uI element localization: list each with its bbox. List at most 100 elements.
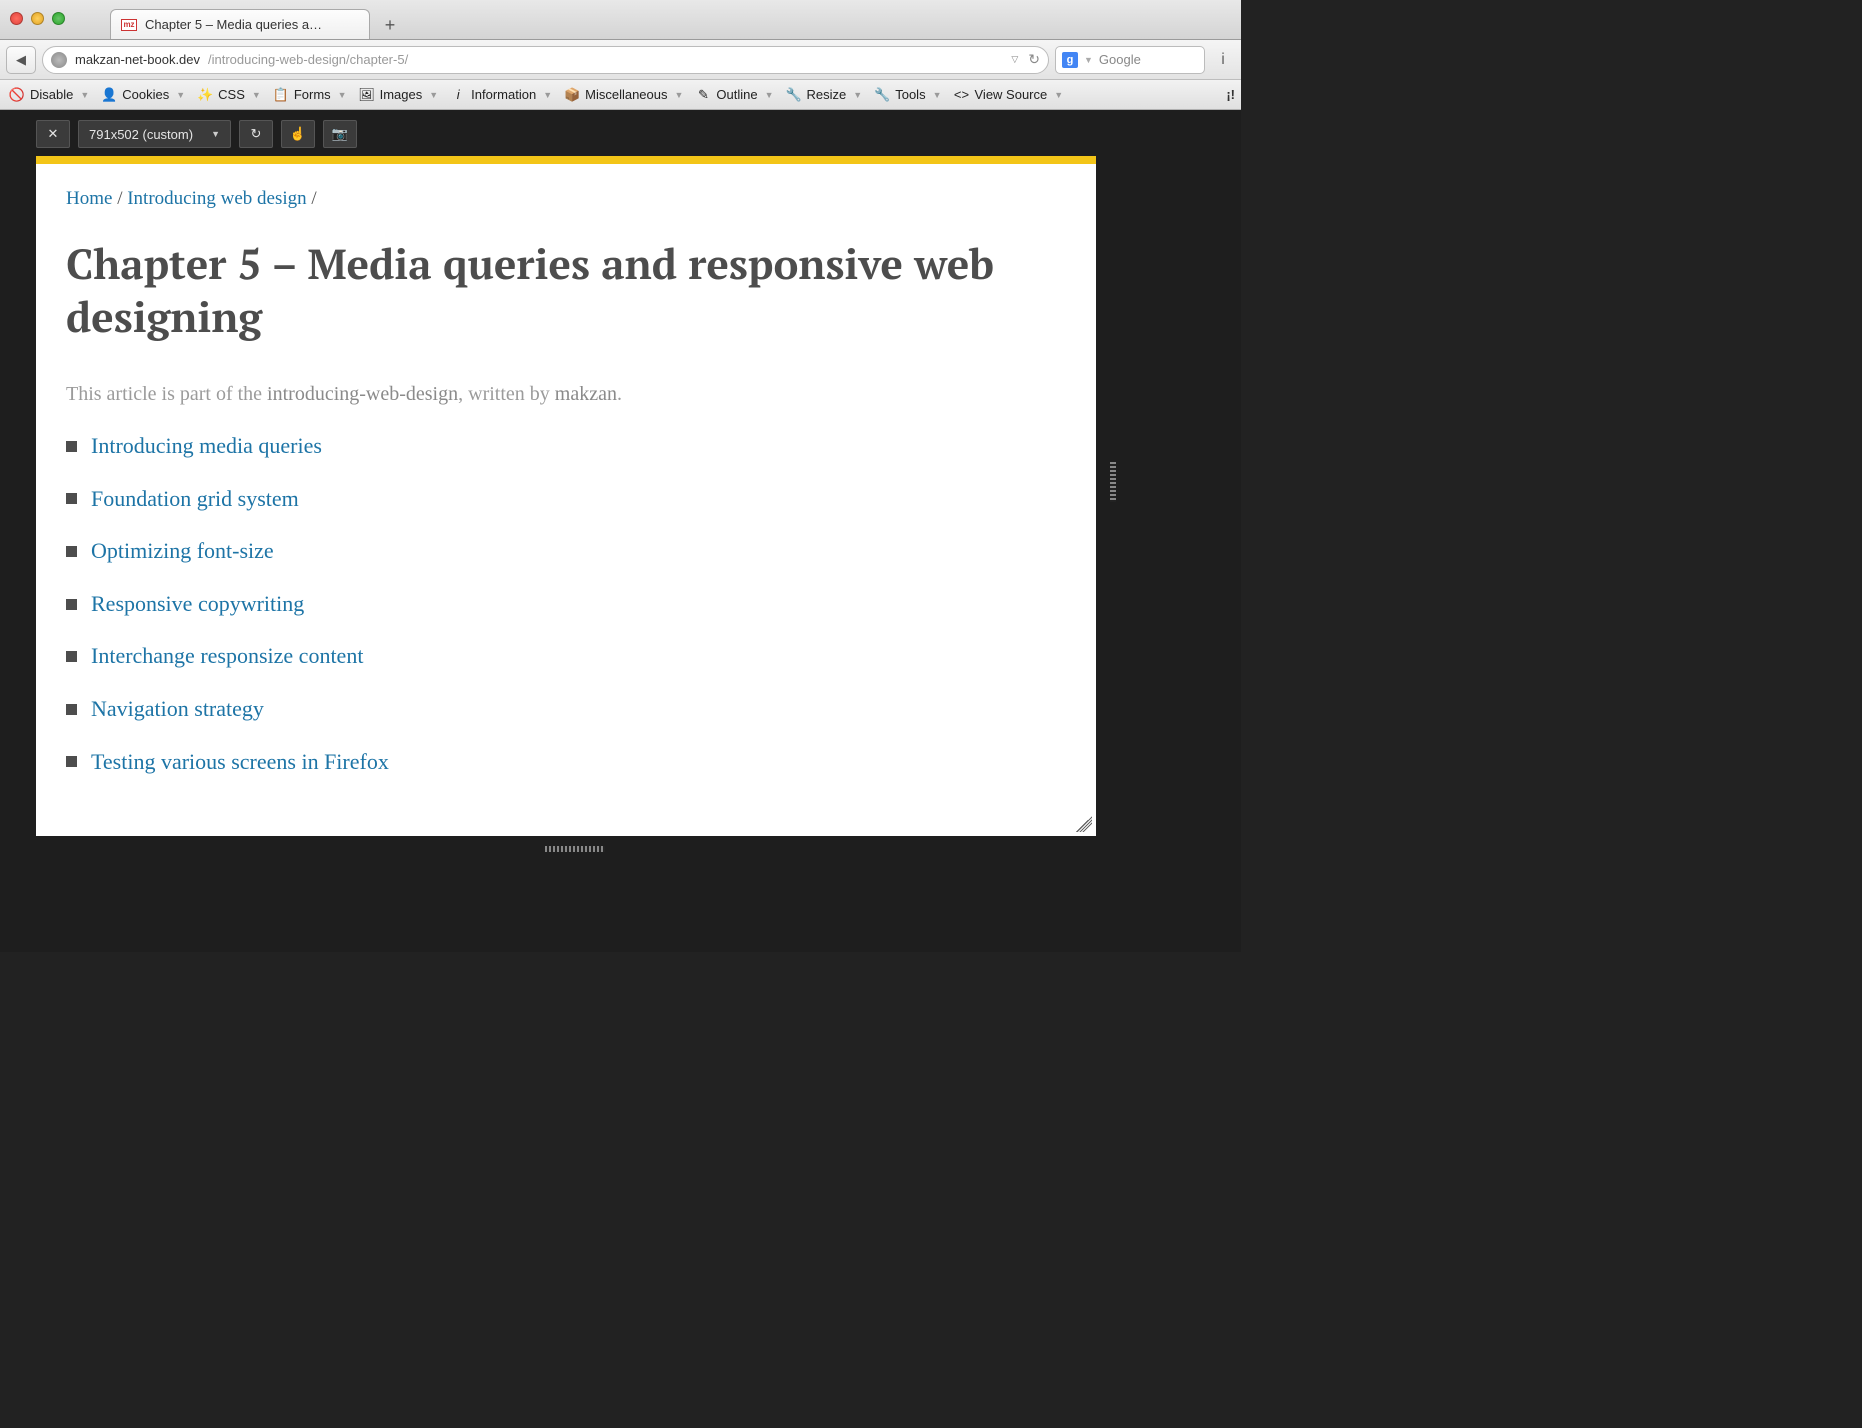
tabstrip: mz Chapter 5 – Media queries a… + — [110, 0, 404, 39]
toc-item: Foundation grid system — [66, 485, 1066, 514]
url-path: /introducing-web-design/chapter-5/ — [208, 52, 408, 67]
search-box[interactable]: g ▼ Google — [1055, 46, 1205, 74]
breadcrumb-separator: / — [117, 188, 127, 209]
breadcrumb-separator: / — [311, 188, 316, 209]
zoom-window-button[interactable] — [52, 12, 65, 25]
rdm-screenshot-button[interactable]: 📷 — [323, 120, 357, 148]
dropdown-icon[interactable]: ▽ — [1011, 54, 1018, 65]
minimize-window-button[interactable] — [31, 12, 44, 25]
wd-label: Information — [471, 87, 536, 102]
table-of-contents: Introducing media queries Foundation gri… — [66, 432, 1066, 776]
wd-view-source[interactable]: <> View Source ▼ — [951, 87, 1067, 103]
wd-label: Images — [380, 87, 423, 102]
wd-css[interactable]: ✨ CSS ▼ — [194, 87, 264, 103]
wd-tools[interactable]: 🔧 Tools ▼ — [871, 87, 944, 103]
wd-information[interactable]: i Information ▼ — [447, 87, 555, 103]
toc-link[interactable]: Foundation grid system — [91, 485, 299, 514]
toc-link[interactable]: Interchange responsize content — [91, 642, 363, 671]
toc-link[interactable]: Responsive copywriting — [91, 590, 304, 619]
browser-tab[interactable]: mz Chapter 5 – Media queries a… — [110, 9, 370, 39]
wd-misc[interactable]: 📦 Miscellaneous ▼ — [561, 87, 686, 103]
toc-link[interactable]: Introducing media queries — [91, 432, 322, 461]
wd-label: Tools — [895, 87, 925, 102]
image-icon: 🖼 — [359, 87, 375, 103]
toc-item: Interchange responsize content — [66, 642, 1066, 671]
rdm-touch-button[interactable]: ☝ — [281, 120, 315, 148]
wd-outline[interactable]: ✎ Outline ▼ — [692, 87, 776, 103]
wand-icon: ✨ — [197, 87, 213, 103]
chevron-down-icon: ▼ — [338, 90, 347, 100]
close-icon: ✕ — [48, 126, 59, 142]
wd-label: View Source — [975, 87, 1048, 102]
cube-icon: 📦 — [564, 87, 580, 103]
page-title: Chapter 5 – Media queries and responsive… — [66, 238, 1066, 343]
breadcrumb-section[interactable]: Introducing web design — [127, 188, 306, 209]
globe-icon — [51, 52, 67, 68]
window-titlebar: mz Chapter 5 – Media queries a… + — [0, 0, 1241, 40]
chevron-down-icon: ▼ — [252, 90, 261, 100]
wd-images[interactable]: 🖼 Images ▼ — [356, 87, 442, 103]
search-placeholder: Google — [1099, 52, 1141, 67]
rdm-size-label: 791x502 (custom) — [89, 127, 193, 142]
rdm-toolbar: ✕ 791x502 (custom) ▼ ↻ ☝ 📷 — [36, 120, 1241, 148]
clipboard-icon: 📋 — [273, 87, 289, 103]
reload-icon[interactable]: ↻ — [1028, 51, 1040, 68]
page-content: Home / Introducing web design / Chapter … — [36, 156, 1096, 836]
person-icon: 👤 — [101, 87, 117, 103]
tab-title: Chapter 5 – Media queries a… — [145, 17, 322, 32]
toc-link[interactable]: Navigation strategy — [91, 695, 264, 724]
wd-resize[interactable]: 🔧 Resize ▼ — [783, 87, 866, 103]
breadcrumb-home[interactable]: Home — [66, 188, 112, 209]
pencil-icon: ✎ — [695, 87, 711, 103]
toc-link[interactable]: Optimizing font-size — [91, 537, 274, 566]
wd-label: Cookies — [122, 87, 169, 102]
toc-link[interactable]: Testing various screens in Firefox — [91, 748, 389, 777]
webdeveloper-toolbar: 🚫 Disable ▼ 👤 Cookies ▼ ✨ CSS ▼ 📋 Forms … — [0, 80, 1241, 110]
info-icon: i — [450, 87, 466, 103]
resize-handle-horizontal[interactable] — [1110, 462, 1116, 502]
chevron-down-icon: ▼ — [176, 90, 185, 100]
resize-handle-vertical[interactable] — [545, 846, 605, 852]
plus-icon: + — [385, 15, 396, 36]
meta-text: . — [617, 383, 622, 405]
wd-label: Disable — [30, 87, 73, 102]
chevron-down-icon: ▼ — [429, 90, 438, 100]
rdm-rotate-button[interactable]: ↻ — [239, 120, 273, 148]
toc-item: Responsive copywriting — [66, 590, 1066, 619]
favicon-icon: mz — [121, 19, 137, 31]
chevron-down-icon: ▼ — [765, 90, 774, 100]
rdm-close-button[interactable]: ✕ — [36, 120, 70, 148]
wd-overflow-icon[interactable]: ¡! — [1226, 87, 1235, 102]
wd-label: Forms — [294, 87, 331, 102]
camera-icon: 📷 — [332, 126, 348, 142]
wrench-icon: 🔧 — [786, 87, 802, 103]
responsive-design-pane: ✕ 791x502 (custom) ▼ ↻ ☝ 📷 Home / Introd… — [0, 110, 1241, 952]
touch-icon: ☝ — [290, 126, 306, 142]
back-button[interactable]: ◀ — [6, 46, 36, 74]
meta-author: makzan — [555, 383, 617, 405]
wd-cookies[interactable]: 👤 Cookies ▼ — [98, 87, 188, 103]
wd-forms[interactable]: 📋 Forms ▼ — [270, 87, 350, 103]
ban-icon: 🚫 — [9, 87, 25, 103]
wd-label: Resize — [807, 87, 847, 102]
wd-disable[interactable]: 🚫 Disable ▼ — [6, 87, 92, 103]
toc-item: Testing various screens in Firefox — [66, 748, 1066, 777]
meta-text: , written by — [458, 383, 555, 405]
new-tab-button[interactable]: + — [376, 14, 404, 36]
traffic-lights — [10, 12, 65, 25]
article-meta: This article is part of the introducing-… — [66, 383, 1066, 406]
wrench-icon: 🔧 — [874, 87, 890, 103]
close-window-button[interactable] — [10, 12, 23, 25]
google-icon: g — [1062, 52, 1078, 68]
wd-label: CSS — [218, 87, 245, 102]
rdm-size-select[interactable]: 791x502 (custom) ▼ — [78, 120, 231, 148]
viewport-frame: Home / Introducing web design / Chapter … — [36, 156, 1096, 836]
downloads-icon[interactable]: i — [1211, 51, 1235, 69]
chevron-down-icon: ▼ — [853, 90, 862, 100]
wd-label: Outline — [716, 87, 757, 102]
toc-item: Navigation strategy — [66, 695, 1066, 724]
code-icon: <> — [954, 87, 970, 103]
chevron-down-icon: ▼ — [675, 90, 684, 100]
toc-item: Optimizing font-size — [66, 537, 1066, 566]
url-bar[interactable]: makzan-net-book.dev/introducing-web-desi… — [42, 46, 1049, 74]
